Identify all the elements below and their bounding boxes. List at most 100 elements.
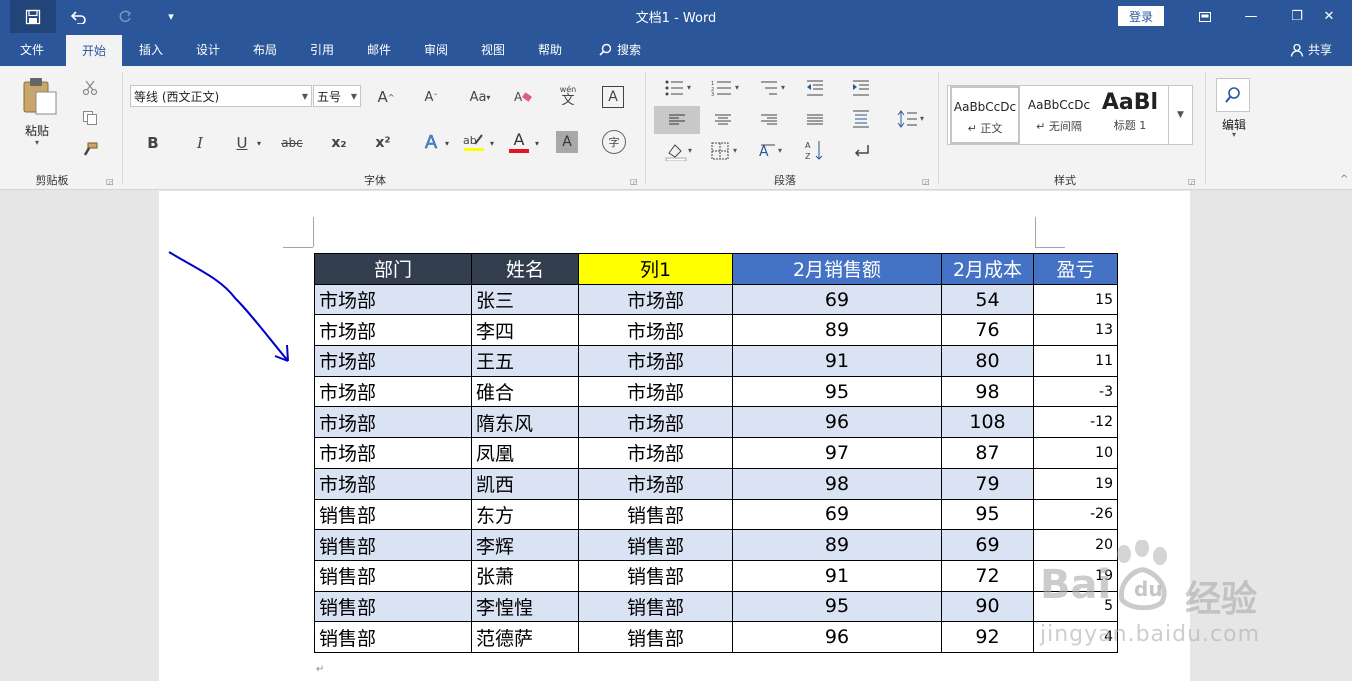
tab-search[interactable]: 搜索 xyxy=(590,33,650,66)
line-spacing-icon[interactable]: ▾ xyxy=(896,108,928,130)
italic-button[interactable]: I xyxy=(190,132,210,154)
chinese-layout-icon[interactable]: A ▾ xyxy=(758,140,788,162)
tab-references[interactable]: 引用 xyxy=(299,33,345,66)
borders-icon[interactable]: ▾ xyxy=(710,140,744,162)
cell-name[interactable]: 范德萨 xyxy=(471,621,579,653)
format-painter-icon[interactable] xyxy=(80,140,100,160)
enclose-characters-icon[interactable]: 字 xyxy=(602,130,626,154)
align-right-icon[interactable] xyxy=(758,110,780,130)
cell-dept[interactable]: 市场部 xyxy=(314,375,472,408)
cell-name[interactable]: 凤凰 xyxy=(471,437,579,469)
phonetic-guide-icon[interactable]: wén 文 xyxy=(556,82,580,110)
cell-col1[interactable]: 销售部 xyxy=(578,529,733,561)
cell-dept[interactable]: 市场部 xyxy=(314,283,472,316)
font-color-dropdown-icon[interactable]: ▾ xyxy=(532,132,542,154)
highlight-dropdown-icon[interactable]: ▾ xyxy=(487,132,497,154)
paste-icon[interactable] xyxy=(20,76,60,116)
cell-cost[interactable]: 98 xyxy=(941,375,1034,408)
vertical-scrollbar[interactable] xyxy=(1338,191,1352,681)
styles-launcher-icon[interactable]: ◲ xyxy=(1188,177,1196,186)
font-launcher-icon[interactable]: ◲ xyxy=(630,177,638,186)
tab-view[interactable]: 视图 xyxy=(470,33,516,66)
character-shading-icon[interactable]: A xyxy=(556,131,578,153)
close-button[interactable]: ✕ xyxy=(1306,0,1352,33)
clear-formatting-icon[interactable]: A xyxy=(512,86,534,108)
cell-col1[interactable]: 销售部 xyxy=(578,498,733,531)
cell-name[interactable]: 王五 xyxy=(471,345,579,377)
grow-font-icon[interactable]: A ^ xyxy=(375,86,397,108)
cell-name[interactable]: 凯西 xyxy=(471,467,579,500)
text-effects-icon[interactable]: A xyxy=(420,130,442,154)
clipboard-launcher-icon[interactable]: ◲ xyxy=(106,177,114,186)
share-button[interactable]: 共享 xyxy=(1290,33,1332,66)
cell-cost[interactable]: 69 xyxy=(941,529,1034,561)
cell-sales[interactable]: 89 xyxy=(732,529,942,561)
align-left-icon[interactable] xyxy=(666,110,688,130)
cell-profit[interactable]: 19 xyxy=(1033,467,1118,500)
cell-col1[interactable]: 销售部 xyxy=(578,559,733,592)
cell-sales[interactable]: 91 xyxy=(732,559,942,592)
cell-dept[interactable]: 市场部 xyxy=(314,467,472,500)
align-center-icon[interactable] xyxy=(712,110,734,130)
sort-icon[interactable]: AZ xyxy=(804,138,826,162)
cell-dept[interactable]: 市场部 xyxy=(314,314,472,347)
header-sales[interactable]: 2月销售额 xyxy=(732,253,942,285)
cell-profit[interactable]: 20 xyxy=(1033,529,1118,561)
cell-cost[interactable]: 87 xyxy=(941,437,1034,469)
cell-sales[interactable]: 69 xyxy=(732,498,942,531)
cell-name[interactable]: 张三 xyxy=(471,283,579,316)
cell-profit[interactable]: 15 xyxy=(1033,283,1118,316)
tab-layout[interactable]: 布局 xyxy=(242,33,288,66)
cell-profit[interactable]: -12 xyxy=(1033,406,1118,439)
cell-profit[interactable]: 11 xyxy=(1033,345,1118,377)
search-icon[interactable] xyxy=(1216,78,1250,112)
style-no-spacing[interactable]: AaBbCcDc ↵ 无间隔 xyxy=(1024,86,1094,144)
cell-name[interactable]: 碓合 xyxy=(471,375,579,408)
cell-dept[interactable]: 销售部 xyxy=(314,529,472,561)
cell-dept[interactable]: 市场部 xyxy=(314,345,472,377)
font-size-combo[interactable]: 五号 ▼ xyxy=(313,85,361,107)
shrink-font-icon[interactable]: Aˇ xyxy=(420,86,442,108)
underline-button[interactable]: U xyxy=(232,132,252,154)
cell-sales[interactable]: 95 xyxy=(732,590,942,623)
tab-insert[interactable]: 插入 xyxy=(128,33,174,66)
cell-cost[interactable]: 92 xyxy=(941,621,1034,653)
header-dept[interactable]: 部门 xyxy=(314,253,472,285)
cell-cost[interactable]: 108 xyxy=(941,406,1034,439)
cell-col1[interactable]: 市场部 xyxy=(578,314,733,347)
cell-cost[interactable]: 79 xyxy=(941,467,1034,500)
tab-mailings[interactable]: 邮件 xyxy=(356,33,402,66)
cell-sales[interactable]: 96 xyxy=(732,621,942,653)
header-profit[interactable]: 盈亏 xyxy=(1033,253,1118,285)
subscript-button[interactable]: x₂ xyxy=(328,132,350,154)
cell-dept[interactable]: 市场部 xyxy=(314,406,472,439)
cell-profit[interactable]: 10 xyxy=(1033,437,1118,469)
bullets-icon[interactable]: ▾ xyxy=(664,78,696,98)
cell-name[interactable]: 张萧 xyxy=(471,559,579,592)
minimize-button[interactable]: — xyxy=(1228,0,1274,33)
cell-col1[interactable]: 市场部 xyxy=(578,406,733,439)
tab-file[interactable]: 文件 xyxy=(8,33,56,66)
tab-review[interactable]: 审阅 xyxy=(413,33,459,66)
ribbon-display-icon[interactable] xyxy=(1182,0,1228,33)
numbering-icon[interactable]: 1 2 3 ▾ xyxy=(710,78,744,98)
copy-icon[interactable] xyxy=(80,108,100,128)
cell-sales[interactable]: 69 xyxy=(732,283,942,316)
cut-icon[interactable] xyxy=(80,78,100,98)
cell-profit[interactable]: 13 xyxy=(1033,314,1118,347)
cell-sales[interactable]: 95 xyxy=(732,375,942,408)
character-border-icon[interactable]: A xyxy=(602,86,624,108)
styles-more-icon[interactable]: ▼ xyxy=(1168,86,1192,144)
editing-dropdown-icon[interactable]: ▾ xyxy=(1232,130,1236,139)
tab-design[interactable]: 设计 xyxy=(185,33,231,66)
show-marks-icon[interactable] xyxy=(850,140,872,162)
shading-icon[interactable]: ▾ xyxy=(664,140,698,162)
cell-name[interactable]: 李四 xyxy=(471,314,579,347)
cell-dept[interactable]: 销售部 xyxy=(314,559,472,592)
cell-dept[interactable]: 销售部 xyxy=(314,498,472,531)
cell-cost[interactable]: 76 xyxy=(941,314,1034,347)
cell-name[interactable]: 李惶惶 xyxy=(471,590,579,623)
cell-name[interactable]: 李辉 xyxy=(471,529,579,561)
change-case-icon[interactable]: Aa ▾ xyxy=(465,86,495,108)
paste-dropdown-icon[interactable]: ▾ xyxy=(35,138,39,147)
